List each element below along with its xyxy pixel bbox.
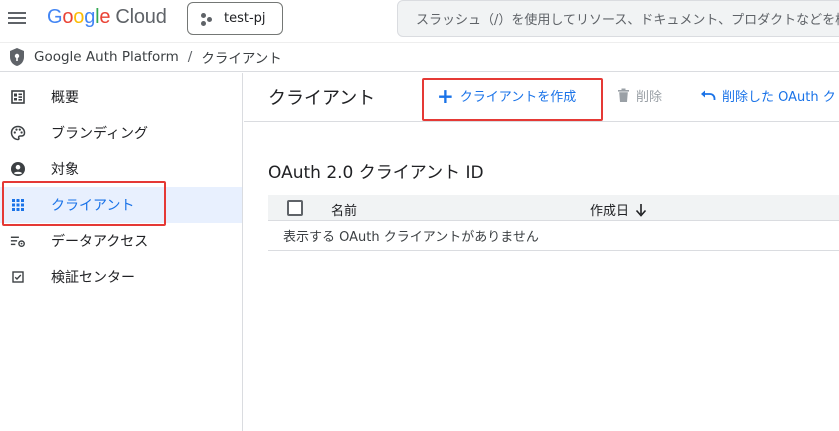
list-settings-icon [10, 233, 26, 249]
sidebar-item-label: データアクセス [51, 234, 149, 250]
sidebar-item-label: ブランディング [51, 126, 149, 142]
empty-message: 表示する OAuth クライアントがありません [283, 230, 539, 245]
create-client-button[interactable]: + クライアントを作成 [437, 83, 577, 108]
dashboard-icon [10, 89, 26, 105]
column-header-created-label: 作成日 [590, 204, 630, 219]
undo-icon [701, 90, 716, 100]
sidebar-item-data-access[interactable]: データアクセス [0, 223, 242, 259]
sidebar-item-label: 概要 [51, 90, 79, 106]
project-icon [200, 12, 214, 26]
highlight-box-clients [2, 181, 166, 226]
google-cloud-logo[interactable]: Google Cloud [47, 6, 167, 29]
breadcrumb-current: クライアント [201, 51, 282, 67]
logo-letter: e [99, 6, 111, 28]
plus-icon: + [437, 83, 454, 108]
column-header-name[interactable]: 名前 [331, 200, 357, 219]
logo-letter: o [62, 6, 74, 28]
breadcrumb-product[interactable]: Google Auth Platform [34, 49, 179, 65]
checkbox-icon [10, 269, 26, 285]
arrow-down-icon [635, 203, 647, 217]
section-title: OAuth 2.0 クライアント ID [268, 163, 484, 183]
search-placeholder: スラッシュ（/）を使用してリソース、ドキュメント、プロダクトなどを検索 [416, 13, 839, 28]
select-all-checkbox[interactable] [287, 200, 303, 216]
sidebar-item-overview[interactable]: 概要 [0, 79, 242, 115]
project-selector[interactable]: test-pj [187, 2, 283, 35]
column-header-created[interactable]: 作成日 [590, 200, 647, 219]
shield-icon [10, 48, 24, 66]
palette-icon [10, 125, 26, 141]
project-name: test-pj [224, 11, 266, 26]
logo-google-text: Google [47, 6, 111, 28]
trash-icon [618, 88, 629, 102]
table-header: 名前 作成日 [268, 195, 839, 221]
sidebar-item-verification-center[interactable]: 検証センター [0, 259, 242, 295]
logo-letter: o [73, 6, 85, 28]
account-circle-icon [10, 161, 26, 177]
page-header: クライアント + クライアントを作成 削除 削除した OAuth ク [244, 73, 839, 122]
sidebar-item-label: 対象 [51, 162, 79, 178]
table-empty-row: 表示する OAuth クライアントがありません [268, 221, 839, 251]
sidebar-item-branding[interactable]: ブランディング [0, 115, 242, 151]
logo-letter: g [84, 6, 96, 28]
sidebar-item-label: 検証センター [51, 270, 135, 286]
restore-deleted-button[interactable]: 削除した OAuth ク [700, 86, 836, 105]
search-input[interactable]: スラッシュ（/）を使用してリソース、ドキュメント、プロダクトなどを検索 [397, 0, 839, 37]
create-client-label: クライアントを作成 [459, 90, 577, 105]
delete-label: 削除 [636, 90, 663, 105]
page-title: クライアント [268, 88, 376, 109]
sidebar: 概要 ブランディング 対象 クライアント データアクセス 検証センター [0, 73, 243, 431]
top-bar: Google Cloud test-pj スラッシュ（/）を使用してリソース、ドキ… [0, 0, 839, 40]
logo-cloud-text: Cloud [115, 6, 167, 28]
breadcrumb-separator: / [187, 49, 193, 65]
restore-deleted-label: 削除した OAuth ク [722, 90, 836, 105]
logo-letter: G [47, 6, 63, 28]
breadcrumb: Google Auth Platform / クライアント [0, 42, 839, 72]
menu-icon[interactable] [8, 9, 28, 29]
delete-button[interactable]: 削除 [617, 86, 662, 105]
main-content: クライアント + クライアントを作成 削除 削除した OAuth ク OAuth… [244, 73, 839, 431]
